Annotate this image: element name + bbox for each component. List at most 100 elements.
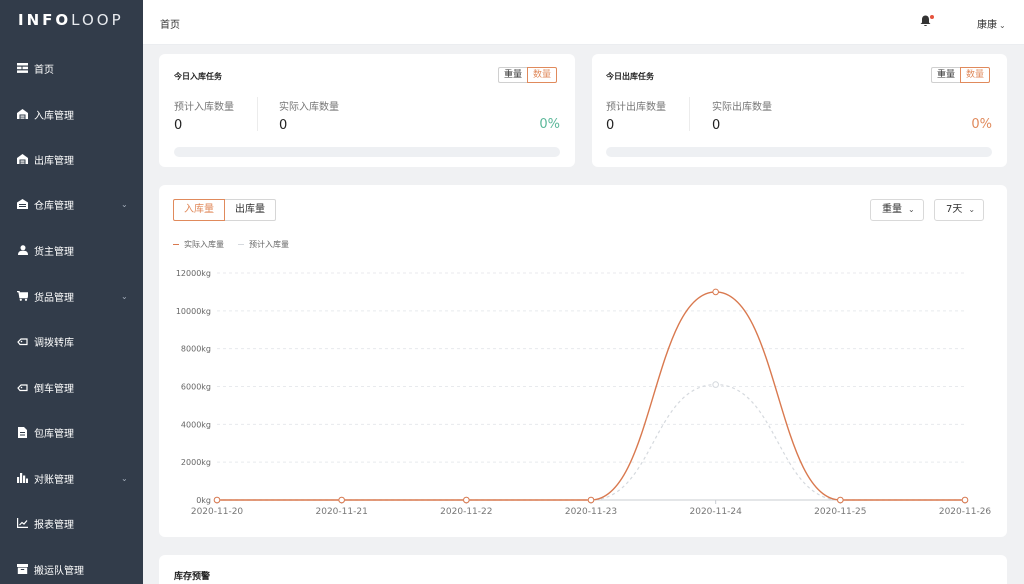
reverse-icon [17,382,28,393]
actual-value: 0 [279,118,288,133]
x-tick-label: 2020-11-25 [814,507,866,517]
y-tick-label: 12000kg [176,269,211,278]
data-point-planned [712,381,719,388]
x-tick-label: 2020-11-21 [316,507,368,517]
warehouse-in-icon [17,109,28,120]
data-point-actual [463,496,470,504]
user-name: 康康 [977,20,997,31]
cart-icon [17,291,28,302]
data-point-actual [587,496,595,504]
data-point-actual [338,496,345,504]
completion-percent: 0% [971,117,992,132]
sidebar-item-label: 对账管理 [34,474,74,486]
stock-alert-card: 库存预警 [159,555,1007,584]
brand-logo[interactable]: INFO LOOP [18,10,124,30]
inbound-task-card: 今日入库任务 重量 数量 预计入库数量 0 实际入库数量 0 0% [159,54,575,167]
x-tick-label: 2020-11-26 [939,507,992,517]
chevron-down-icon: ⌄ [999,21,1006,30]
volume-chart-card: 入库量 出库量 重量 ⌄ 7天 ⌄ 实际入库量 预计入库量 0kg 2000kg 400… [159,185,1007,537]
sidebar-item-label: 倒车管理 [34,383,74,395]
sidebar-item-reports[interactable]: 报表管理 [0,508,143,538]
brand-logo-light: LOOP [71,11,124,29]
user-icon [17,245,28,256]
progress-bar [174,147,560,157]
warehouse-out-icon [17,154,28,165]
transfer-icon [17,336,28,347]
weight-count-toggle: 重量 数量 [498,67,558,83]
sidebar-item-package[interactable]: 包库管理 [0,417,143,447]
top-header: 首页 康康 ⌄ [143,0,1024,45]
data-point-actual [712,288,719,296]
card-title: 今日出库任务 [606,72,654,81]
data-point-actual [961,496,969,504]
actual-label: 实际入库数量 [279,102,339,113]
sidebar-item-owner[interactable]: 货主管理 [0,235,143,265]
weight-toggle-button[interactable]: 重量 [498,67,528,83]
card-title: 今日入库任务 [174,72,222,81]
data-point-actual [213,496,221,504]
sidebar-item-label: 搬运队管理 [34,565,84,577]
sidebar-item-inbound[interactable]: 入库管理 [0,99,143,129]
sidebar-item-reverse[interactable]: 倒车管理 [0,372,143,402]
series-line-actual [217,291,965,501]
planned-label: 预计入库数量 [174,102,234,113]
sidebar-item-porters[interactable]: 搬运队管理 [0,554,143,584]
box-icon [17,564,28,575]
card-title: 库存预警 [174,572,211,582]
count-toggle-button[interactable]: 数量 [527,67,558,83]
chevron-down-icon: ⌄ [121,473,128,483]
warehouse-icon [17,199,28,210]
progress-bar [606,147,992,157]
divider [257,97,258,131]
home-list-icon [17,63,28,74]
x-tick-label: 2020-11-24 [690,507,743,517]
x-tick-label: 2020-11-22 [440,507,492,517]
x-tick-label: 2020-11-23 [565,507,617,517]
sidebar-item-goods[interactable]: 货品管理 ⌄ [0,281,143,311]
sidebar-item-warehouse[interactable]: 仓库管理 ⌄ [0,189,143,219]
brand-logo-bold: INFO [18,11,72,29]
sidebar-item-home[interactable]: 首页 [0,53,143,83]
data-point-actual [837,496,844,504]
weight-count-toggle: 重量 数量 [931,67,991,83]
y-tick-label: 10000kg [176,307,211,316]
actual-value: 0 [712,118,721,133]
y-tick-label: 2000kg [181,458,211,467]
completion-percent: 0% [539,117,560,132]
user-menu[interactable]: 康康 ⌄ [977,16,1006,31]
y-tick-label: 6000kg [181,383,211,392]
sidebar: INFO LOOP 首页 入库管理 出库管理 仓库管理 ⌄ 货主管理 货品管理 … [0,0,143,584]
sidebar-item-label: 仓库管理 [34,200,74,212]
y-tick-label: 8000kg [181,345,211,354]
sidebar-item-outbound[interactable]: 出库管理 [0,144,143,174]
weight-toggle-button[interactable]: 重量 [931,67,961,83]
bar-chart-icon [17,473,28,484]
planned-label: 预计出库数量 [606,102,666,113]
actual-label: 实际出库数量 [712,102,772,113]
sidebar-item-label: 出库管理 [34,155,74,167]
document-icon [17,426,28,438]
planned-value: 0 [174,118,183,133]
series-line-planned [217,384,965,501]
sidebar-item-label: 入库管理 [34,110,74,122]
sidebar-item-reconcile[interactable]: 对账管理 ⌄ [0,463,143,493]
y-tick-label: 0kg [196,496,211,505]
line-chart: 0kg 2000kg 4000kg 6000kg 8000kg 10000kg 12000k… [176,269,992,517]
sidebar-item-transfer[interactable]: 调拨转库 [0,326,143,356]
x-tick-label: 2020-11-20 [191,507,244,517]
sidebar-item-label: 首页 [34,64,54,76]
sidebar-item-label: 货主管理 [34,246,74,258]
outbound-task-card: 今日出库任务 重量 数量 预计出库数量 0 实际出库数量 0 0% [592,54,1007,167]
sidebar-item-label: 报表管理 [34,519,74,531]
sidebar-item-label: 货品管理 [34,292,74,304]
planned-value: 0 [606,118,615,133]
sidebar-item-label: 包库管理 [34,428,74,440]
sidebar-item-label: 调拨转库 [34,337,74,349]
y-tick-label: 4000kg [181,420,211,429]
chevron-down-icon: ⌄ [121,291,128,301]
chevron-down-icon: ⌄ [121,199,128,209]
notification-dot [930,15,934,19]
line-chart-icon [17,518,28,529]
breadcrumb[interactable]: 首页 [160,16,180,31]
count-toggle-button[interactable]: 数量 [960,67,991,83]
